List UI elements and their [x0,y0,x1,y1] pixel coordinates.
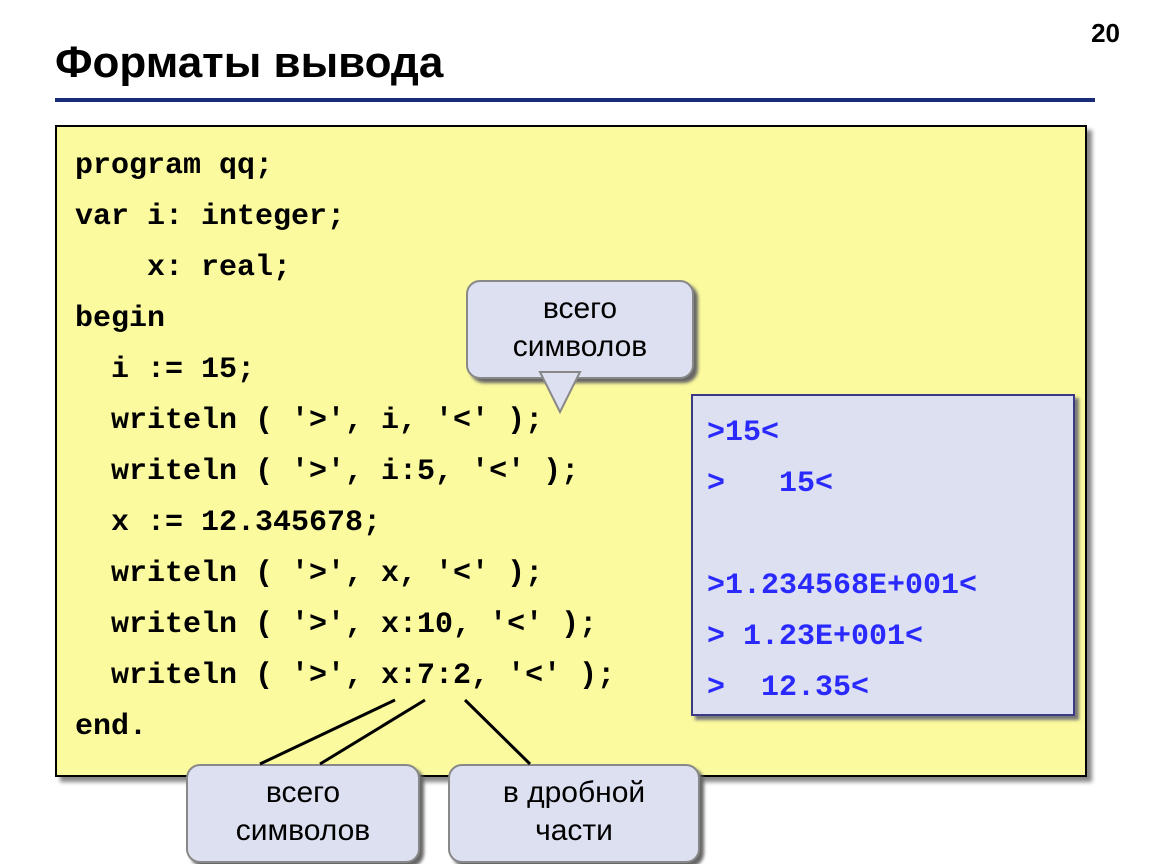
callout-fraction-part: в дробнойчасти [448,764,700,863]
callout-total-symbols-bottom: всегосимволов [186,764,420,863]
callout-total-symbols-top: всегосимволов [466,280,694,379]
output-text: >15< > 15< >1.234568E+001< > 1.23E+001< … [707,408,1059,714]
page-title: Форматы вывода [55,38,443,88]
page-number: 20 [1091,18,1120,49]
title-underline [55,98,1095,102]
output-block: >15< > 15< >1.234568E+001< > 1.23E+001< … [691,394,1075,716]
